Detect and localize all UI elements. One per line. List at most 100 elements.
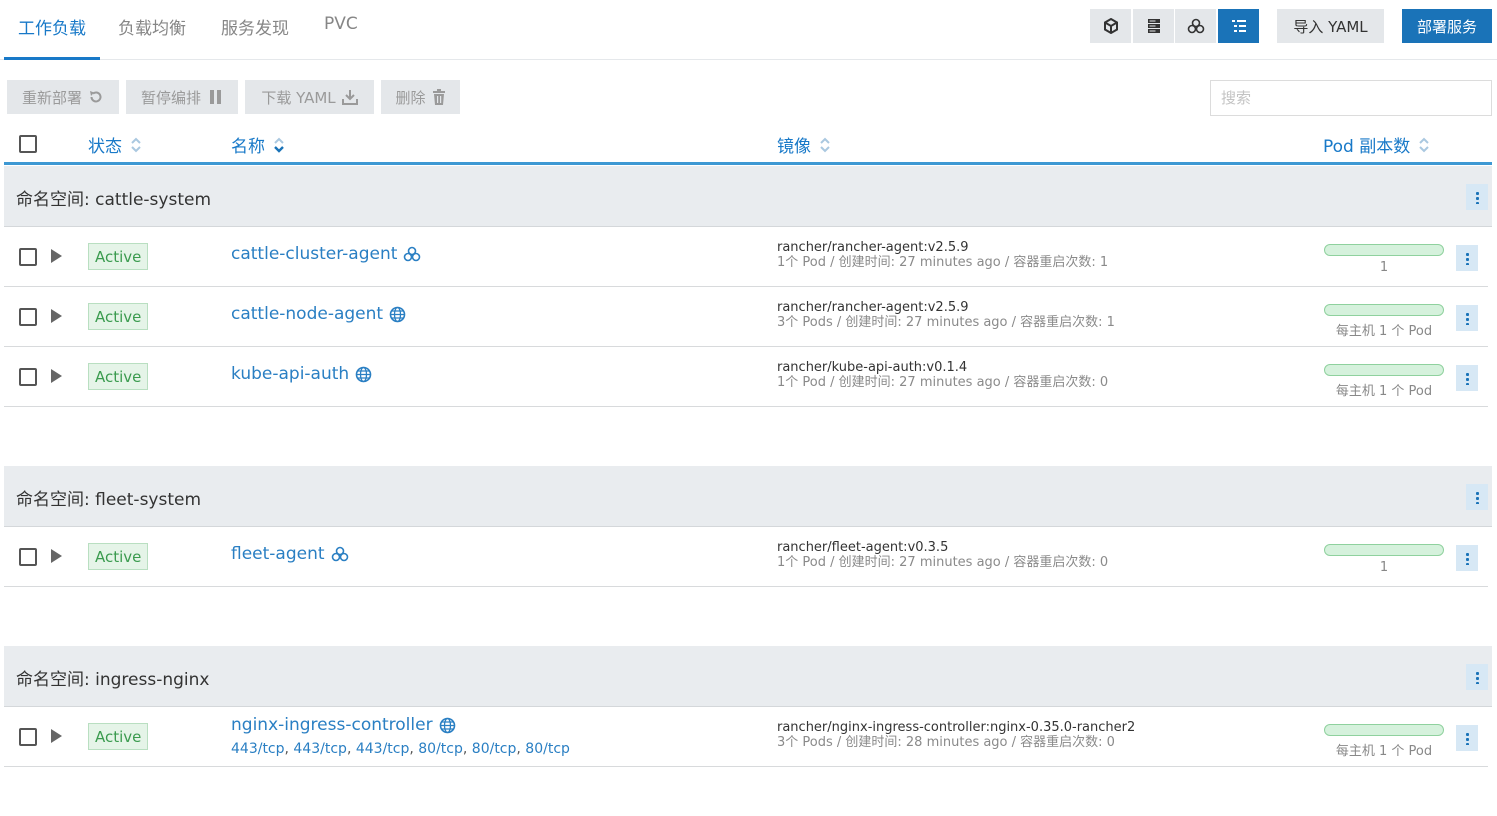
expand-row-icon[interactable] — [51, 549, 62, 563]
top-bar: 工作负载 负载均衡 服务发现 PVC 导入 YAML 部署服务 — [0, 0, 1497, 60]
redeploy-button[interactable]: 重新部署 — [7, 80, 119, 114]
deployment-icon — [404, 246, 421, 262]
pod-count: 每主机 1 个 Pod — [1335, 324, 1433, 339]
table-row: Active fleet-agent rancher/fleet-agent:v… — [4, 527, 1488, 587]
globe-icon — [355, 366, 372, 382]
tab-load-balancing[interactable]: 负载均衡 — [118, 14, 186, 60]
namespace-group-header: 命名空间: cattle-system — [4, 166, 1492, 227]
column-image-label: 镜像 — [777, 137, 811, 157]
row-menu-button[interactable] — [1456, 545, 1478, 571]
namespace-label: 命名空间: fleet-system — [16, 490, 202, 510]
expand-row-icon[interactable] — [51, 369, 62, 383]
row-menu-button[interactable] — [1456, 725, 1478, 751]
kebab-icon — [1465, 551, 1469, 565]
image-info: rancher/fleet-agent:v0.3.5 1个 Pod / 创建时间… — [777, 540, 1108, 570]
port-link[interactable]: 80/tcp — [472, 741, 517, 757]
workload-name-link[interactable]: kube-api-auth — [231, 364, 372, 384]
workload-meta: 1个 Pod / 创建时间: 27 minutes ago / 容器重启次数: … — [777, 555, 1109, 570]
delete-label: 删除 — [395, 88, 426, 107]
row-checkbox[interactable] — [19, 728, 37, 746]
namespace-label: 命名空间: ingress-nginx — [16, 670, 210, 690]
expand-row-icon[interactable] — [51, 309, 62, 323]
image-name: rancher/kube-api-auth:v0.1.4 — [777, 360, 968, 375]
pause-button[interactable]: 暂停编排 — [126, 80, 238, 114]
image-name: rancher/rancher-agent:v2.5.9 — [777, 240, 969, 255]
sort-icon — [820, 137, 830, 152]
expand-row-icon[interactable] — [51, 729, 62, 743]
image-info: rancher/rancher-agent:v2.5.9 1个 Pod / 创建… — [777, 240, 1108, 270]
namespace-name: ingress-nginx — [95, 670, 210, 690]
workload-name-link[interactable]: cattle-node-agent — [231, 304, 406, 324]
pod-progress-bar — [1324, 244, 1444, 256]
pod-progress-bar — [1324, 544, 1444, 556]
pod-progress-bar — [1324, 724, 1444, 736]
row-menu-button[interactable] — [1456, 305, 1478, 331]
namespace-menu-button[interactable] — [1466, 484, 1488, 510]
cube-icon — [1103, 18, 1118, 34]
status-badge: Active — [88, 543, 149, 570]
column-status[interactable]: 状态 — [88, 132, 142, 157]
namespace-group-header: 命名空间: ingress-nginx — [4, 646, 1492, 707]
workload-name-link[interactable]: fleet-agent — [231, 544, 349, 564]
view-flat-button[interactable] — [1090, 9, 1131, 43]
workload-name-link[interactable]: cattle-cluster-agent — [231, 244, 421, 264]
image-name: rancher/nginx-ingress-controller:nginx-0… — [777, 720, 1136, 735]
image-name: rancher/fleet-agent:v0.3.5 — [777, 540, 949, 555]
deploy-button[interactable]: 部署服务 — [1402, 9, 1492, 43]
column-image[interactable]: 镜像 — [777, 132, 831, 157]
row-menu-button[interactable] — [1456, 245, 1478, 271]
pause-label: 暂停编排 — [140, 88, 201, 107]
sort-icon — [1419, 137, 1429, 152]
download-yaml-label: 下载 YAML — [261, 88, 336, 107]
workload-name-link[interactable]: nginx-ingress-controller — [231, 715, 456, 735]
row-checkbox[interactable] — [19, 248, 37, 266]
namespace-menu-button[interactable] — [1466, 184, 1488, 210]
column-name[interactable]: 名称 — [231, 132, 285, 157]
workload-meta: 3个 Pods / 创建时间: 27 minutes ago / 容器重启次数:… — [777, 315, 1115, 330]
deployment-icon — [331, 546, 348, 562]
port-link[interactable]: 80/tcp — [525, 741, 570, 757]
port-link[interactable]: 443/tcp — [231, 741, 285, 757]
search-input[interactable] — [1210, 80, 1492, 116]
view-node-button[interactable] — [1133, 9, 1174, 43]
list-tree-icon — [1231, 20, 1246, 32]
tab-service-discovery[interactable]: 服务发现 — [221, 14, 289, 60]
pod-progress-bar — [1324, 304, 1444, 316]
expand-row-icon[interactable] — [51, 249, 62, 263]
view-namespace-button[interactable] — [1218, 9, 1259, 43]
cluster-icon — [1187, 18, 1204, 34]
import-yaml-button[interactable]: 导入 YAML — [1277, 9, 1384, 43]
select-all-checkbox[interactable] — [19, 135, 37, 153]
row-checkbox[interactable] — [19, 368, 37, 386]
port-link[interactable]: 443/tcp — [356, 741, 410, 757]
table-row: Active cattle-node-agent rancher/rancher… — [4, 287, 1488, 347]
pause-icon — [210, 90, 221, 104]
delete-button[interactable]: 删除 — [381, 80, 460, 114]
redeploy-label: 重新部署 — [21, 88, 82, 107]
globe-icon — [389, 306, 406, 322]
namespace-label: 命名空间: cattle-system — [16, 190, 212, 210]
row-checkbox[interactable] — [19, 308, 37, 326]
row-menu-button[interactable] — [1456, 365, 1478, 391]
column-pods[interactable]: Pod 副本数 — [1323, 132, 1430, 157]
kebab-icon — [1475, 670, 1479, 684]
table-row: Active kube-api-auth rancher/kube-api-au… — [4, 347, 1488, 407]
download-yaml-button[interactable]: 下载 YAML — [245, 80, 374, 114]
table-row: Active cattle-cluster-agent rancher/ranc… — [4, 227, 1488, 287]
kebab-icon — [1465, 371, 1469, 385]
server-icon — [1147, 19, 1160, 33]
tab-pvc[interactable]: PVC — [324, 14, 358, 60]
pod-count: 1 — [1379, 260, 1389, 275]
column-pods-label: Pod 副本数 — [1323, 137, 1411, 157]
tab-workloads[interactable]: 工作负载 — [4, 14, 100, 60]
port-link[interactable]: 80/tcp — [418, 741, 463, 757]
kebab-icon — [1475, 490, 1479, 504]
view-service-button[interactable] — [1175, 9, 1216, 43]
port-link[interactable]: 443/tcp — [293, 741, 347, 757]
row-checkbox[interactable] — [19, 548, 37, 566]
image-info: rancher/nginx-ingress-controller:nginx-0… — [777, 720, 1135, 750]
pod-count: 每主机 1 个 Pod — [1335, 744, 1433, 759]
kebab-icon — [1465, 251, 1469, 265]
namespace-menu-button[interactable] — [1466, 664, 1488, 690]
namespace-name: cattle-system — [95, 190, 212, 210]
